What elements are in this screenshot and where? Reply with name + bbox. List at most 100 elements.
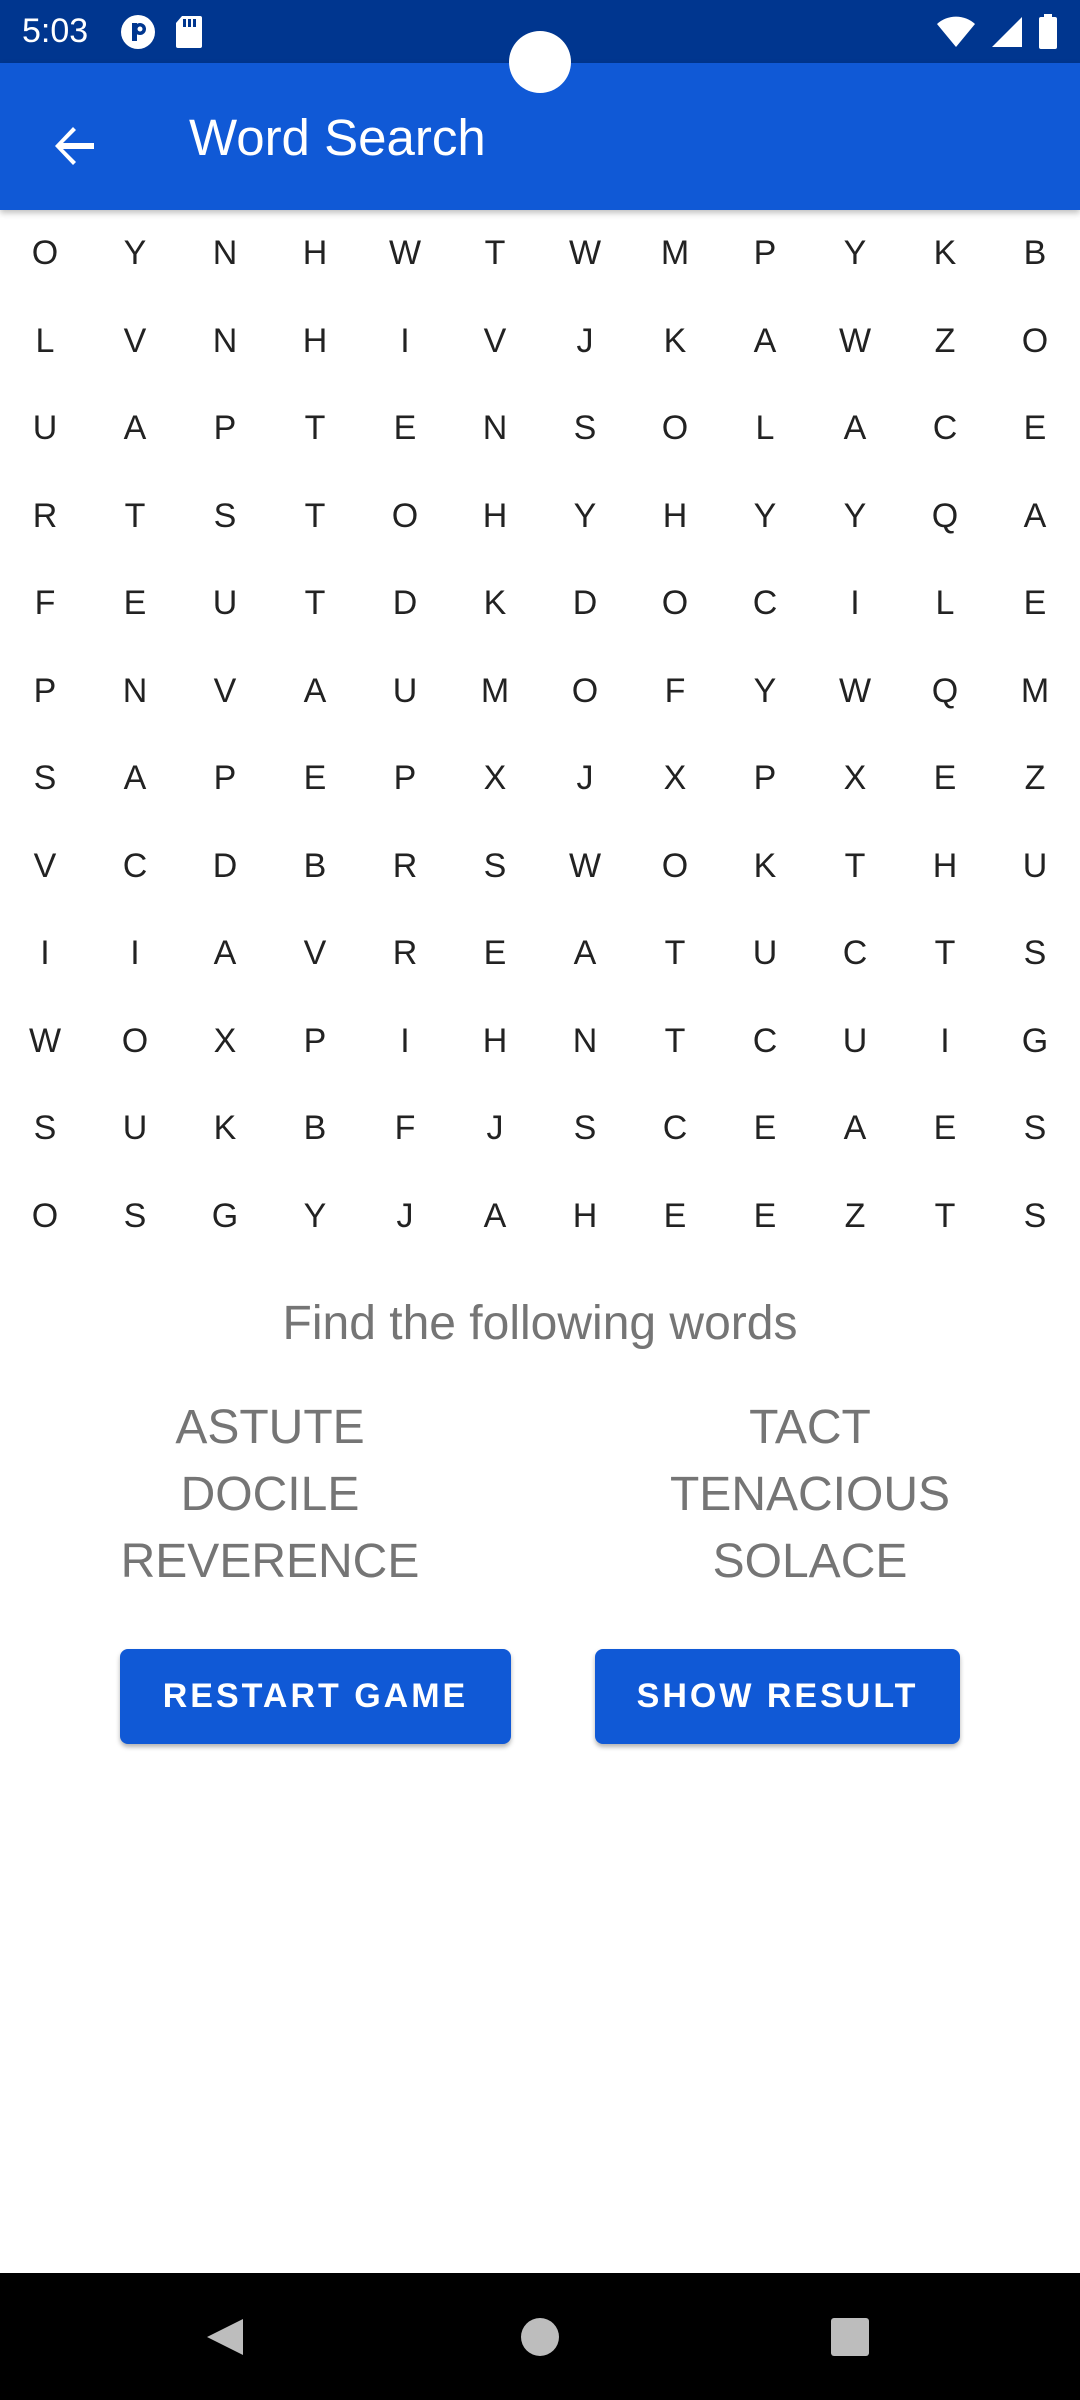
grid-cell[interactable]: B — [990, 210, 1080, 298]
grid-cell[interactable]: R — [360, 823, 450, 911]
grid-cell[interactable]: E — [990, 385, 1080, 473]
grid-cell[interactable]: I — [90, 910, 180, 998]
grid-cell[interactable]: V — [180, 648, 270, 736]
grid-cell[interactable]: V — [270, 910, 360, 998]
grid-cell[interactable]: A — [450, 1173, 540, 1261]
grid-cell[interactable]: A — [90, 385, 180, 473]
grid-cell[interactable]: S — [540, 385, 630, 473]
grid-cell[interactable]: H — [450, 998, 540, 1086]
grid-cell[interactable]: H — [270, 210, 360, 298]
nav-recents-button[interactable] — [810, 2299, 890, 2379]
grid-cell[interactable]: T — [90, 473, 180, 561]
grid-cell[interactable]: U — [990, 823, 1080, 911]
back-button[interactable] — [30, 103, 120, 193]
grid-cell[interactable]: P — [270, 998, 360, 1086]
grid-cell[interactable]: H — [540, 1173, 630, 1261]
grid-cell[interactable]: Y — [270, 1173, 360, 1261]
grid-cell[interactable]: I — [360, 998, 450, 1086]
grid-cell[interactable]: Y — [810, 473, 900, 561]
grid-cell[interactable]: P — [180, 735, 270, 823]
grid-cell[interactable]: M — [450, 648, 540, 736]
grid-cell[interactable]: I — [0, 910, 90, 998]
grid-cell[interactable]: L — [720, 385, 810, 473]
grid-cell[interactable]: K — [450, 560, 540, 648]
grid-cell[interactable]: E — [90, 560, 180, 648]
grid-cell[interactable]: I — [810, 560, 900, 648]
grid-cell[interactable]: H — [450, 473, 540, 561]
grid-cell[interactable]: O — [90, 998, 180, 1086]
grid-cell[interactable]: U — [180, 560, 270, 648]
grid-cell[interactable]: A — [540, 910, 630, 998]
grid-cell[interactable]: O — [990, 298, 1080, 386]
grid-cell[interactable]: A — [810, 385, 900, 473]
grid-cell[interactable]: Q — [900, 473, 990, 561]
grid-cell[interactable]: Y — [540, 473, 630, 561]
grid-cell[interactable]: T — [450, 210, 540, 298]
grid-cell[interactable]: I — [360, 298, 450, 386]
grid-cell[interactable]: U — [90, 1085, 180, 1173]
grid-cell[interactable]: C — [630, 1085, 720, 1173]
grid-cell[interactable]: O — [630, 823, 720, 911]
grid-cell[interactable]: X — [450, 735, 540, 823]
grid-cell[interactable]: Y — [720, 473, 810, 561]
grid-cell[interactable]: E — [900, 1085, 990, 1173]
grid-cell[interactable]: T — [270, 473, 360, 561]
grid-cell[interactable]: X — [180, 998, 270, 1086]
grid-cell[interactable]: J — [360, 1173, 450, 1261]
grid-cell[interactable]: Y — [720, 648, 810, 736]
grid-cell[interactable]: W — [810, 298, 900, 386]
grid-cell[interactable]: E — [990, 560, 1080, 648]
grid-cell[interactable]: Y — [90, 210, 180, 298]
grid-cell[interactable]: W — [360, 210, 450, 298]
grid-cell[interactable]: U — [720, 910, 810, 998]
grid-cell[interactable]: N — [450, 385, 540, 473]
grid-cell[interactable]: Q — [900, 648, 990, 736]
grid-cell[interactable]: B — [270, 823, 360, 911]
grid-cell[interactable]: A — [180, 910, 270, 998]
grid-cell[interactable]: J — [450, 1085, 540, 1173]
grid-cell[interactable]: O — [540, 648, 630, 736]
grid-cell[interactable]: C — [720, 560, 810, 648]
grid-cell[interactable]: C — [810, 910, 900, 998]
grid-cell[interactable]: E — [360, 385, 450, 473]
grid-cell[interactable]: V — [90, 298, 180, 386]
grid-cell[interactable]: L — [900, 560, 990, 648]
grid-cell[interactable]: A — [810, 1085, 900, 1173]
grid-cell[interactable]: O — [630, 385, 720, 473]
grid-cell[interactable]: D — [360, 560, 450, 648]
grid-cell[interactable]: E — [720, 1173, 810, 1261]
grid-cell[interactable]: O — [630, 560, 720, 648]
grid-cell[interactable]: P — [360, 735, 450, 823]
grid-cell[interactable]: K — [180, 1085, 270, 1173]
grid-cell[interactable]: J — [540, 735, 630, 823]
grid-cell[interactable]: O — [360, 473, 450, 561]
grid-cell[interactable]: C — [900, 385, 990, 473]
grid-cell[interactable]: T — [810, 823, 900, 911]
show-result-button[interactable]: SHOW RESULT — [595, 1649, 960, 1744]
grid-cell[interactable]: S — [990, 1085, 1080, 1173]
grid-cell[interactable]: Y — [810, 210, 900, 298]
grid-cell[interactable]: G — [180, 1173, 270, 1261]
grid-cell[interactable]: S — [450, 823, 540, 911]
grid-cell[interactable]: X — [630, 735, 720, 823]
grid-cell[interactable]: P — [720, 210, 810, 298]
grid-cell[interactable]: K — [900, 210, 990, 298]
grid-cell[interactable]: F — [630, 648, 720, 736]
grid-cell[interactable]: F — [360, 1085, 450, 1173]
grid-cell[interactable]: K — [630, 298, 720, 386]
grid-cell[interactable]: T — [630, 910, 720, 998]
grid-cell[interactable]: W — [810, 648, 900, 736]
grid-cell[interactable]: B — [270, 1085, 360, 1173]
grid-cell[interactable]: O — [0, 210, 90, 298]
grid-cell[interactable]: A — [90, 735, 180, 823]
grid-cell[interactable]: I — [900, 998, 990, 1086]
grid-cell[interactable]: N — [540, 998, 630, 1086]
grid-cell[interactable]: P — [0, 648, 90, 736]
grid-cell[interactable]: A — [990, 473, 1080, 561]
grid-cell[interactable]: R — [0, 473, 90, 561]
grid-cell[interactable]: D — [180, 823, 270, 911]
grid-cell[interactable]: M — [990, 648, 1080, 736]
grid-cell[interactable]: A — [720, 298, 810, 386]
grid-cell[interactable]: C — [90, 823, 180, 911]
grid-cell[interactable]: R — [360, 910, 450, 998]
